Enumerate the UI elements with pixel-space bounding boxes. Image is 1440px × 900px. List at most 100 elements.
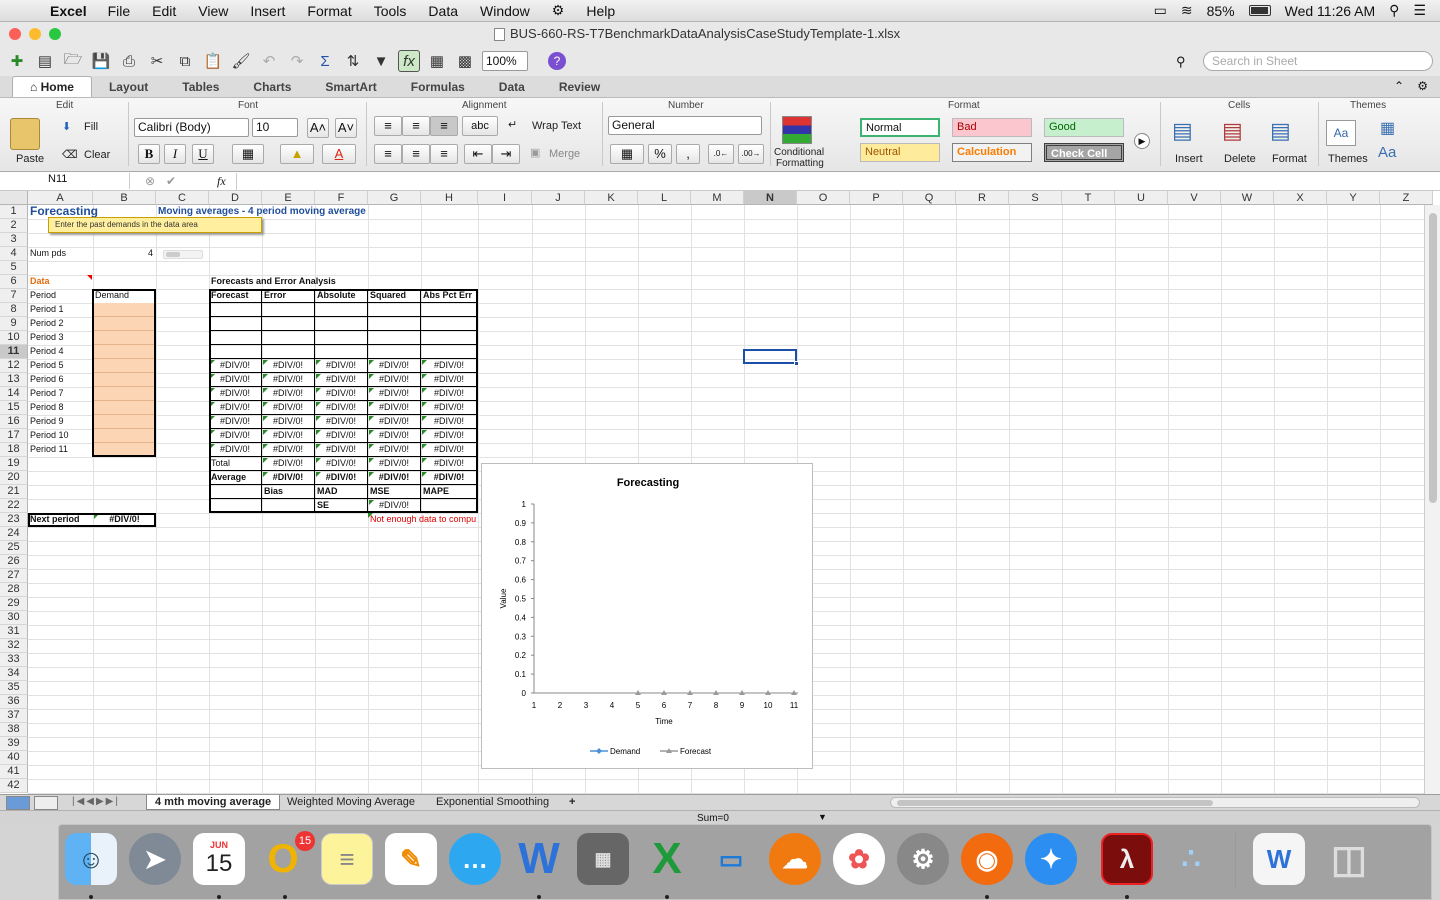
row-header[interactable]: 18 bbox=[0, 443, 28, 457]
format-cells-icon[interactable]: ▤ bbox=[1270, 118, 1291, 144]
display-icon[interactable]: ▭ bbox=[1154, 2, 1167, 19]
row-header[interactable]: 17 bbox=[0, 429, 28, 443]
column-header-q[interactable]: Q bbox=[903, 191, 956, 205]
percent-icon[interactable]: % bbox=[648, 144, 672, 164]
row-header[interactable]: 26 bbox=[0, 555, 28, 569]
tab-charts[interactable]: Charts bbox=[236, 77, 308, 97]
row-header[interactable]: 24 bbox=[0, 527, 28, 541]
paste-button[interactable]: Paste bbox=[16, 153, 44, 165]
font-name-select[interactable]: Calibri (Body) bbox=[134, 118, 249, 137]
column-header-k[interactable]: K bbox=[585, 191, 638, 205]
column-header-n[interactable]: N bbox=[744, 191, 797, 205]
row-header[interactable]: 32 bbox=[0, 639, 28, 653]
cancel-formula-icon[interactable]: ⊗ bbox=[145, 174, 155, 188]
notification-center-icon[interactable]: ☰ bbox=[1413, 2, 1426, 19]
align-top-icon[interactable]: ≡ bbox=[374, 116, 402, 136]
selected-cell[interactable] bbox=[743, 349, 797, 364]
open-icon[interactable]: 🗁 bbox=[62, 50, 84, 72]
name-box[interactable]: N11 bbox=[0, 173, 130, 189]
row-header[interactable]: 29 bbox=[0, 597, 28, 611]
save-icon[interactable]: 💾 bbox=[90, 50, 112, 72]
row-header[interactable]: 1 bbox=[0, 205, 28, 219]
status-sum-dropdown-icon[interactable]: ▼ bbox=[818, 812, 827, 822]
row-header[interactable]: 40 bbox=[0, 751, 28, 765]
period-label[interactable]: Period 2 bbox=[28, 317, 93, 331]
firefox-icon[interactable]: ◉ bbox=[961, 833, 1013, 885]
word-icon[interactable]: W bbox=[513, 833, 565, 885]
close-button[interactable] bbox=[9, 28, 21, 40]
styles-next-icon[interactable]: ▶ bbox=[1134, 133, 1150, 149]
column-header-h[interactable]: H bbox=[421, 191, 478, 205]
launchpad-icon[interactable]: ➤ bbox=[129, 833, 181, 885]
themes-button[interactable]: Themes bbox=[1328, 153, 1368, 165]
collapse-ribbon-icon[interactable]: ⌃ bbox=[1394, 79, 1404, 93]
font-color-icon[interactable]: A bbox=[322, 144, 356, 164]
row-header[interactable]: 34 bbox=[0, 667, 28, 681]
menu-edit[interactable]: Edit bbox=[141, 3, 187, 19]
row-header[interactable]: 4 bbox=[0, 247, 28, 261]
pages-icon[interactable]: ✎ bbox=[385, 833, 437, 885]
increase-indent-icon[interactable]: ⇥ bbox=[492, 144, 520, 164]
style-normal[interactable]: Normal bbox=[860, 118, 940, 137]
row-header[interactable]: 15 bbox=[0, 401, 28, 415]
number-format-select[interactable]: General bbox=[608, 116, 762, 135]
row-header[interactable]: 5 bbox=[0, 261, 28, 275]
paste-icon[interactable] bbox=[10, 118, 40, 150]
menu-tools[interactable]: Tools bbox=[363, 3, 418, 19]
column-header-v[interactable]: V bbox=[1168, 191, 1221, 205]
insert-button[interactable]: Insert bbox=[1175, 153, 1203, 165]
menu-file[interactable]: File bbox=[97, 3, 142, 19]
menu-help[interactable]: Help bbox=[575, 3, 626, 19]
clock[interactable]: Wed 11:26 AM bbox=[1285, 3, 1376, 19]
notes-icon[interactable]: ≡ bbox=[321, 833, 373, 885]
paste-icon[interactable]: 📋 bbox=[202, 50, 224, 72]
finder-icon[interactable]: ☺ bbox=[65, 833, 117, 885]
undo-icon[interactable]: ↶ bbox=[258, 50, 280, 72]
num-pds-label[interactable]: Num pds bbox=[28, 247, 93, 261]
decrease-decimal-icon[interactable]: .00→ bbox=[738, 144, 764, 164]
cut-icon[interactable]: ✂ bbox=[146, 50, 168, 72]
trash-icon[interactable]: ◫ bbox=[1323, 833, 1375, 885]
accounting-format-icon[interactable]: ▦ bbox=[610, 144, 644, 164]
row-header[interactable]: 41 bbox=[0, 765, 28, 779]
sort-icon[interactable]: ⇅ bbox=[342, 50, 364, 72]
grow-font-icon[interactable]: A˄ bbox=[307, 118, 329, 138]
row-header[interactable]: 38 bbox=[0, 723, 28, 737]
system-preferences-icon[interactable]: ⚙ bbox=[897, 833, 949, 885]
sheet-tab-weighted[interactable]: Weighted Moving Average bbox=[279, 795, 423, 810]
normal-view-icon[interactable] bbox=[6, 796, 30, 810]
menu-format[interactable]: Format bbox=[296, 3, 362, 19]
zoom-button[interactable] bbox=[49, 28, 61, 40]
align-left-icon[interactable]: ≡ bbox=[374, 144, 402, 164]
column-header-c[interactable]: C bbox=[156, 191, 209, 205]
ibooks-icon[interactable]: ☁ bbox=[769, 833, 821, 885]
row-header[interactable]: 35 bbox=[0, 681, 28, 695]
row-header[interactable]: 9 bbox=[0, 317, 28, 331]
fill-color-icon[interactable]: ▲ bbox=[280, 144, 314, 164]
wifi-icon[interactable]: ≋ bbox=[1181, 2, 1193, 19]
row-header[interactable]: 25 bbox=[0, 541, 28, 555]
tab-smartart[interactable]: SmartArt bbox=[308, 77, 393, 97]
row-header[interactable]: 27 bbox=[0, 569, 28, 583]
comma-icon[interactable]: , bbox=[676, 144, 700, 164]
toolbox-icon[interactable]: ▩ bbox=[454, 50, 476, 72]
period-label[interactable]: Period 3 bbox=[28, 331, 93, 345]
tab-layout[interactable]: Layout bbox=[92, 77, 165, 97]
tab-data[interactable]: Data bbox=[482, 77, 542, 97]
new-icon[interactable]: ✚ bbox=[6, 50, 28, 72]
row-header[interactable]: 37 bbox=[0, 709, 28, 723]
menu-view[interactable]: View bbox=[187, 3, 239, 19]
wrap-text-button[interactable]: Wrap Text bbox=[532, 120, 581, 132]
period-label[interactable]: Period 5 bbox=[28, 359, 93, 373]
num-pds-value[interactable]: 4 bbox=[93, 247, 156, 261]
themes-icon[interactable]: Aa bbox=[1326, 120, 1356, 146]
script-icon[interactable]: ⚙ bbox=[541, 2, 576, 19]
gallery-icon[interactable]: ▦ bbox=[426, 50, 448, 72]
column-header-l[interactable]: L bbox=[638, 191, 691, 205]
forecasting-chart[interactable]: Forecasting 0 0.1 0.2 0.3 0.4 0.5 0.6 0.7 0.8 0.9 1… bbox=[481, 463, 813, 769]
sharing-icon[interactable]: ∴ bbox=[1165, 833, 1217, 885]
align-bottom-icon[interactable]: ≡ bbox=[430, 116, 458, 136]
row-header[interactable]: 11 bbox=[0, 345, 28, 359]
row-header[interactable]: 39 bbox=[0, 737, 28, 751]
period-label[interactable]: Period 4 bbox=[28, 345, 93, 359]
